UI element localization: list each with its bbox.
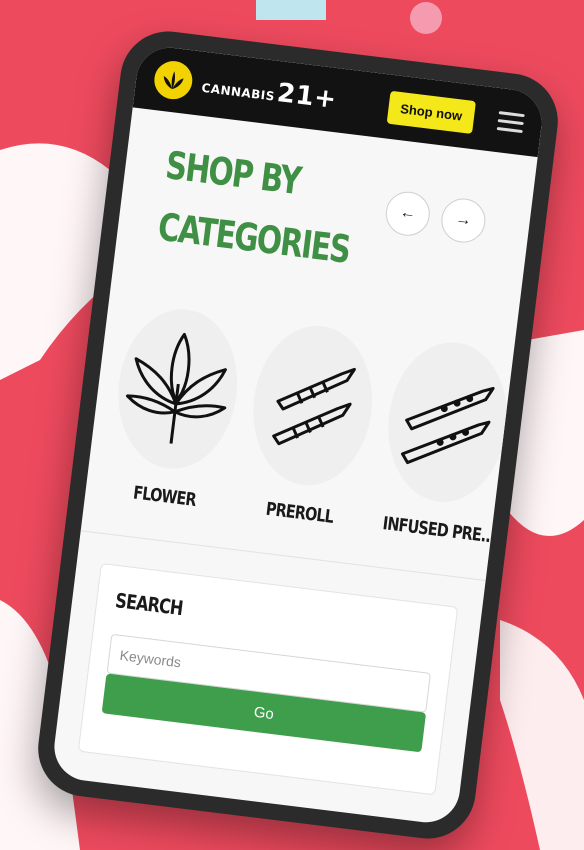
hamburger-menu-icon[interactable] [496,110,525,133]
infused-preroll-icon [379,335,516,509]
preroll-icon [244,318,382,493]
category-label: PREROLL [264,498,335,528]
brand-text: CANNABIS [200,80,276,104]
carousel-controls: ← → [383,189,488,246]
category-label: FLOWER [132,482,197,511]
phone-frame: CANNABIS 21+ Shop now SHOP BY CATEGORIES… [32,26,564,844]
category-label: INFUSED PRE... [381,513,497,548]
page-title: SHOP BY CATEGORIES [155,134,361,281]
prev-arrow-button[interactable]: ← [383,189,433,239]
shop-now-button[interactable]: Shop now [386,90,477,134]
search-widget: SEARCH Go [77,562,459,796]
logo-icon[interactable] [152,58,195,102]
category-preroll[interactable]: PREROLL [234,318,387,531]
phone-screen: CANNABIS 21+ Shop now SHOP BY CATEGORIES… [50,43,546,827]
next-arrow-button[interactable]: → [438,196,488,246]
category-flower[interactable]: FLOWER [99,302,252,515]
search-title: SEARCH [114,588,184,621]
brand-name[interactable]: CANNABIS 21+ [200,69,338,115]
brand-age: 21+ [275,78,339,116]
category-infused-preroll[interactable]: INFUSED PRE... [369,335,522,548]
cannabis-leaf-icon [109,302,247,476]
